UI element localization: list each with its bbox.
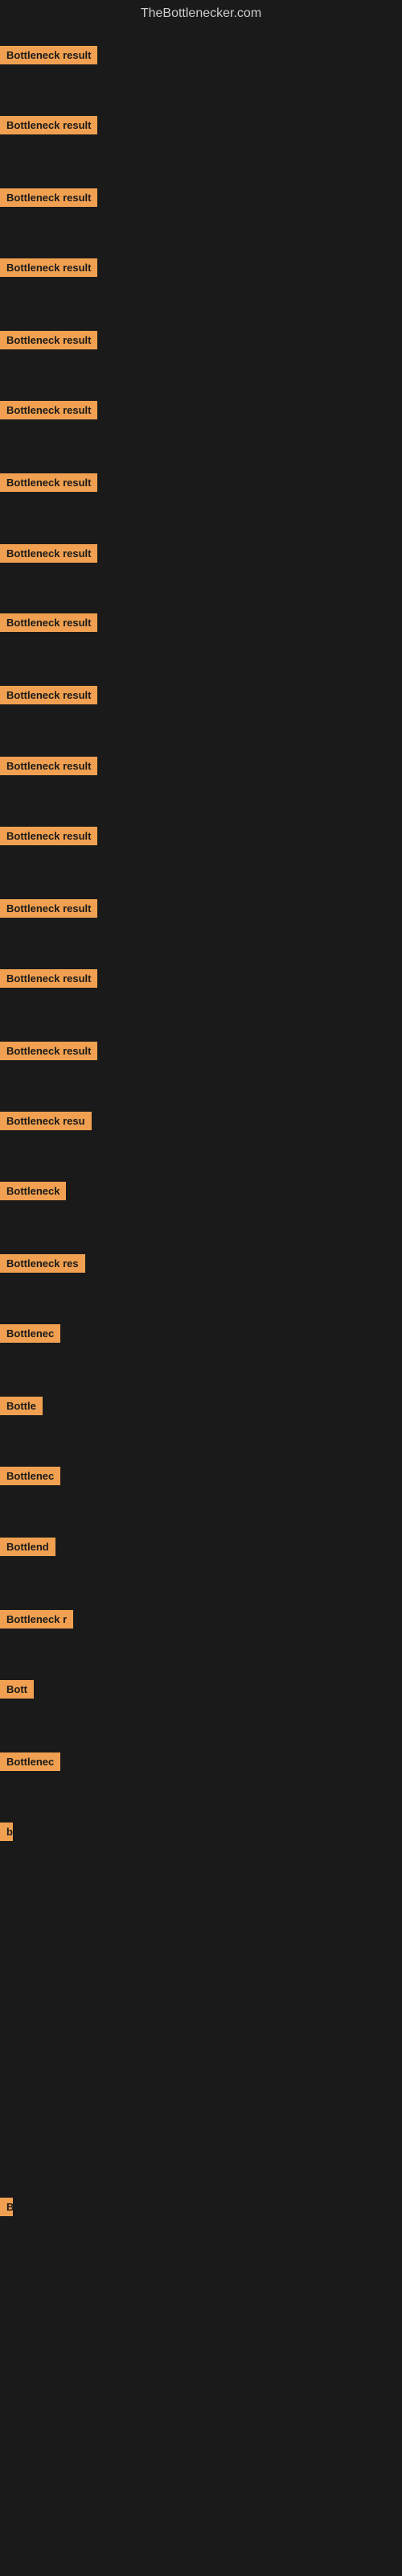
bottleneck-badge-4: Bottleneck result [0, 258, 97, 277]
bottleneck-badge-3: Bottleneck result [0, 188, 97, 207]
bottleneck-item-17[interactable]: Bottleneck [0, 1182, 66, 1204]
bottleneck-item-5[interactable]: Bottleneck result [0, 331, 97, 353]
bottleneck-badge-1: Bottleneck result [0, 46, 97, 64]
bottleneck-badge-14: Bottleneck result [0, 969, 97, 988]
bottleneck-item-13[interactable]: Bottleneck result [0, 899, 97, 922]
bottleneck-badge-27: B [0, 2198, 13, 2216]
bottleneck-item-25[interactable]: Bottlenec [0, 1752, 60, 1775]
bottleneck-item-14[interactable]: Bottleneck result [0, 969, 97, 992]
bottleneck-badge-7: Bottleneck result [0, 473, 97, 492]
bottleneck-item-12[interactable]: Bottleneck result [0, 827, 97, 849]
bottleneck-item-18[interactable]: Bottleneck res [0, 1254, 85, 1277]
bottleneck-badge-22: Bottlend [0, 1538, 55, 1556]
bottleneck-badge-17: Bottleneck [0, 1182, 66, 1200]
bottleneck-badge-26: b [0, 1823, 13, 1841]
bottleneck-item-24[interactable]: Bott [0, 1680, 34, 1703]
bottleneck-item-3[interactable]: Bottleneck result [0, 188, 97, 211]
bottleneck-item-16[interactable]: Bottleneck resu [0, 1112, 92, 1134]
bottleneck-badge-6: Bottleneck result [0, 401, 97, 419]
bottleneck-item-22[interactable]: Bottlend [0, 1538, 55, 1560]
bottleneck-item-15[interactable]: Bottleneck result [0, 1042, 97, 1064]
bottleneck-badge-13: Bottleneck result [0, 899, 97, 918]
bottleneck-item-2[interactable]: Bottleneck result [0, 116, 97, 138]
bottleneck-item-23[interactable]: Bottleneck r [0, 1610, 73, 1633]
bottleneck-item-8[interactable]: Bottleneck result [0, 544, 97, 567]
bottleneck-badge-25: Bottlenec [0, 1752, 60, 1771]
bottleneck-badge-2: Bottleneck result [0, 116, 97, 134]
bottleneck-item-20[interactable]: Bottle [0, 1397, 43, 1419]
site-title: TheBottlenecker.com [0, 0, 402, 29]
bottleneck-badge-15: Bottleneck result [0, 1042, 97, 1060]
bottleneck-item-27[interactable]: B [0, 2198, 13, 2220]
bottleneck-badge-16: Bottleneck resu [0, 1112, 92, 1130]
bottleneck-item-4[interactable]: Bottleneck result [0, 258, 97, 281]
bottleneck-badge-11: Bottleneck result [0, 757, 97, 775]
bottleneck-badge-24: Bott [0, 1680, 34, 1699]
bottleneck-badge-9: Bottleneck result [0, 613, 97, 632]
bottleneck-badge-20: Bottle [0, 1397, 43, 1415]
bottleneck-item-9[interactable]: Bottleneck result [0, 613, 97, 636]
bottleneck-badge-21: Bottlenec [0, 1467, 60, 1485]
bottleneck-badge-23: Bottleneck r [0, 1610, 73, 1629]
bottleneck-badge-10: Bottleneck result [0, 686, 97, 704]
bottleneck-badge-12: Bottleneck result [0, 827, 97, 845]
bottleneck-badge-5: Bottleneck result [0, 331, 97, 349]
bottleneck-item-26[interactable]: b [0, 1823, 13, 1845]
bottleneck-item-19[interactable]: Bottlenec [0, 1324, 60, 1347]
bottleneck-item-1[interactable]: Bottleneck result [0, 46, 97, 68]
bottleneck-badge-18: Bottleneck res [0, 1254, 85, 1273]
bottleneck-item-6[interactable]: Bottleneck result [0, 401, 97, 423]
bottleneck-badge-19: Bottlenec [0, 1324, 60, 1343]
bottleneck-item-21[interactable]: Bottlenec [0, 1467, 60, 1489]
bottleneck-item-10[interactable]: Bottleneck result [0, 686, 97, 708]
bottleneck-item-7[interactable]: Bottleneck result [0, 473, 97, 496]
bottleneck-item-11[interactable]: Bottleneck result [0, 757, 97, 779]
bottleneck-badge-8: Bottleneck result [0, 544, 97, 563]
